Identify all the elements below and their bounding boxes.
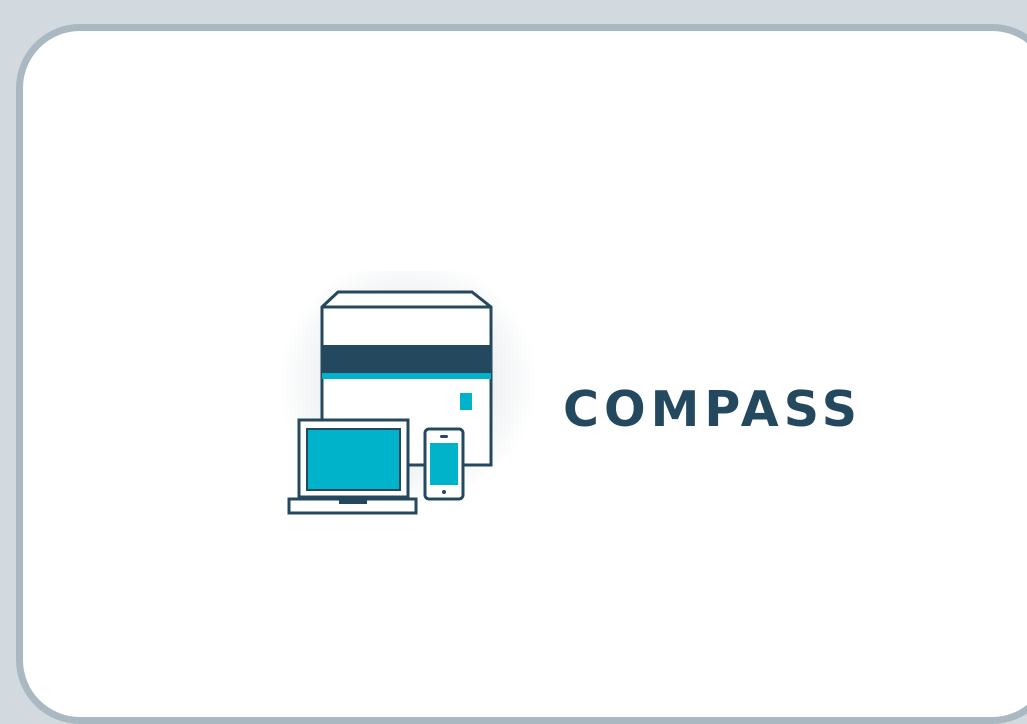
laptop-icon [287, 418, 418, 515]
splash-panel: COMPASS [16, 24, 1027, 724]
phone-icon [423, 427, 465, 501]
app-title: COMPASS [563, 381, 863, 438]
server-laptop-phone-icon [278, 271, 538, 515]
